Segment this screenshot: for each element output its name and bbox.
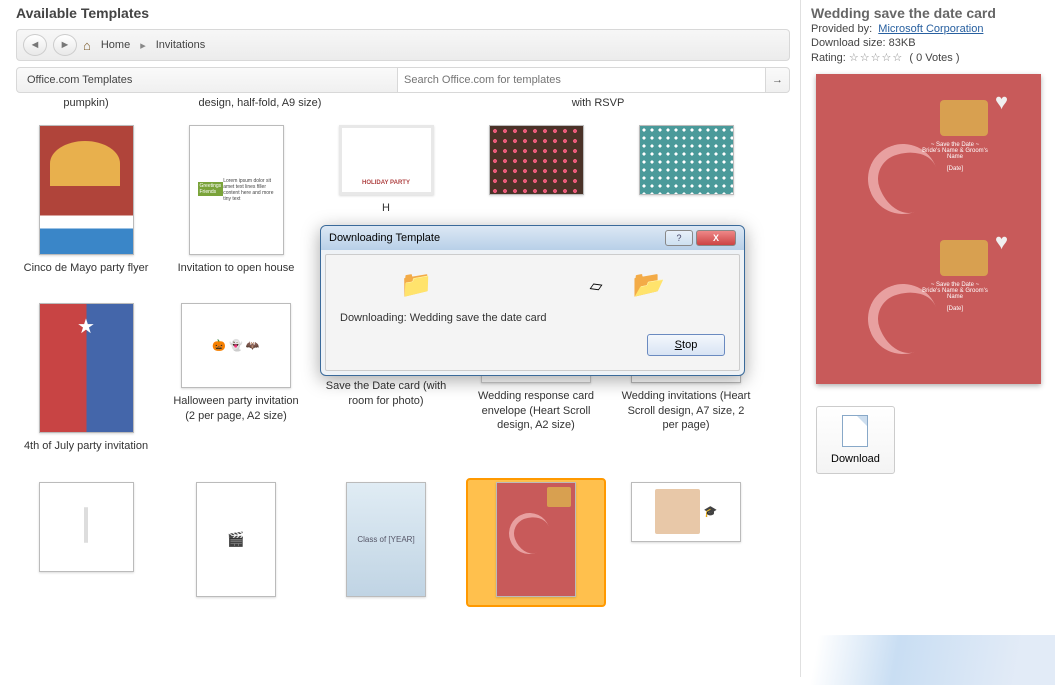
rating-stars[interactable]: ☆☆☆☆☆ bbox=[849, 52, 903, 64]
template-label: H bbox=[382, 201, 390, 215]
ring-icon bbox=[940, 240, 988, 276]
download-size-label: Download size: bbox=[811, 37, 886, 49]
template-thumb: 🎃 👻 🦇 bbox=[181, 303, 291, 388]
tpl-label-partial: design, half-fold, A9 size) bbox=[180, 97, 340, 109]
page-title: Available Templates bbox=[16, 5, 790, 21]
template-item[interactable]: Class of [YEAR] bbox=[316, 478, 456, 607]
template-item[interactable]: 4th of July party invitation bbox=[16, 299, 156, 457]
template-thumb: 🎓 bbox=[631, 482, 741, 542]
template-label: Invitation to open house bbox=[178, 261, 295, 275]
section-row: Office.com Templates → bbox=[16, 67, 790, 93]
download-button[interactable]: Download bbox=[816, 406, 895, 474]
template-thumb bbox=[496, 482, 576, 597]
forward-button[interactable]: ► bbox=[53, 34, 77, 56]
template-preview: ♥~ Save the Date ~Bride's Name & Groom's… bbox=[816, 74, 1041, 384]
template-thumb bbox=[339, 125, 434, 195]
section-label: Office.com Templates bbox=[17, 74, 397, 86]
folder-open-icon: 📂 bbox=[633, 269, 665, 300]
provider-link[interactable]: Microsoft Corporation bbox=[878, 23, 983, 35]
template-thumb: Lorem ipsum dolor sit amet text lines fi… bbox=[189, 125, 284, 255]
breadcrumb-current[interactable]: Invitations bbox=[152, 37, 210, 53]
rating-label: Rating: bbox=[811, 52, 846, 64]
dialog-message: Downloading: Wedding save the date card bbox=[340, 312, 725, 324]
template-thumb bbox=[639, 125, 734, 195]
stop-button[interactable]: SStoptop bbox=[647, 334, 725, 356]
close-button[interactable]: X bbox=[696, 230, 736, 246]
template-item[interactable] bbox=[166, 478, 306, 607]
detail-title: Wedding save the date card bbox=[811, 5, 1045, 21]
breadcrumb-bar: ◄ ► ⌂ Home ▸ Invitations bbox=[16, 29, 790, 61]
chevron-right-icon: ▸ bbox=[140, 39, 146, 52]
ring-icon bbox=[940, 100, 988, 136]
template-label: Cinco de Mayo party flyer bbox=[24, 261, 149, 275]
dialog-title: Downloading Template bbox=[329, 232, 662, 244]
downloading-dialog: Downloading Template ? X 📁 📂 Downloading… bbox=[320, 225, 745, 376]
template-label: Wedding response card envelope (Heart Sc… bbox=[470, 389, 602, 432]
heart-icon: ♥ bbox=[995, 89, 1008, 115]
template-item[interactable]: Cinco de Mayo party flyer bbox=[16, 121, 156, 279]
heart-icon: ♥ bbox=[995, 229, 1008, 255]
template-label: Save the Date card (with room for photo) bbox=[320, 379, 452, 408]
search-input[interactable] bbox=[398, 68, 765, 92]
template-label: Halloween party invitation (2 per page, … bbox=[170, 394, 302, 423]
help-button[interactable]: ? bbox=[665, 230, 693, 246]
template-item[interactable]: 🎓 bbox=[616, 478, 756, 607]
tpl-label-partial: pumpkin) bbox=[16, 97, 156, 109]
folder-search-icon: 📁 bbox=[400, 269, 432, 300]
back-button[interactable]: ◄ bbox=[23, 34, 47, 56]
template-label: 4th of July party invitation bbox=[24, 439, 148, 453]
template-thumb bbox=[196, 482, 276, 597]
template-item[interactable]: Lorem ipsum dolor sit amet text lines fi… bbox=[166, 121, 306, 279]
home-icon: ⌂ bbox=[83, 38, 91, 53]
tpl-label-partial bbox=[364, 97, 504, 109]
template-item-selected[interactable] bbox=[466, 478, 606, 607]
template-item[interactable] bbox=[16, 478, 156, 607]
tpl-label-partial: with RSVP bbox=[528, 97, 668, 109]
template-thumb: Class of [YEAR] bbox=[346, 482, 426, 597]
template-label: Wedding invitations (Heart Scroll design… bbox=[620, 389, 752, 432]
template-thumb bbox=[39, 303, 134, 433]
breadcrumb-home[interactable]: Home bbox=[97, 37, 134, 53]
search-go-button[interactable]: → bbox=[765, 68, 789, 92]
templates-area[interactable]: pumpkin) design, half-fold, A9 size) wit… bbox=[16, 97, 790, 677]
document-icon bbox=[842, 415, 868, 447]
download-size: 83KB bbox=[889, 37, 916, 49]
template-item[interactable]: 🎃 👻 🦇 Halloween party invitation (2 per p… bbox=[166, 299, 306, 457]
provided-by-label: Provided by: bbox=[811, 23, 872, 35]
details-pane: Wedding save the date card Provided by: … bbox=[800, 0, 1055, 677]
template-thumb bbox=[39, 125, 134, 255]
download-label: Download bbox=[831, 453, 880, 465]
template-thumb bbox=[489, 125, 584, 195]
template-thumb bbox=[39, 482, 134, 572]
votes-count: ( 0 Votes ) bbox=[909, 52, 959, 64]
